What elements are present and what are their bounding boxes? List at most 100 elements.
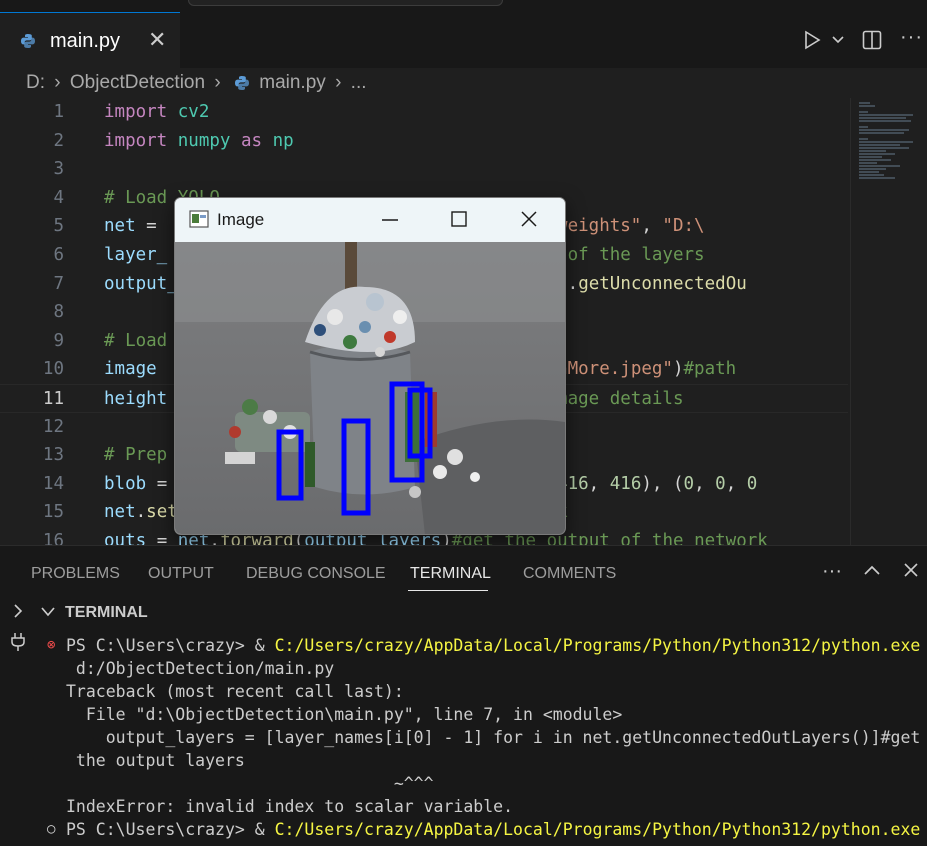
terminal-prompt: PS C:\Users\crazy> & [66, 820, 275, 839]
line-number: 4 [53, 187, 64, 208]
more-actions-icon[interactable]: ··· [900, 26, 923, 49]
minimap-line [859, 162, 877, 164]
terminal-prompt-line: PS C:\Users\crazy> & C:/Users/crazy/AppD… [66, 818, 920, 841]
code-line[interactable]: 3 [0, 155, 848, 184]
line-number: 12 [42, 416, 64, 437]
code-line[interactable]: 1 import cv2 [0, 98, 848, 127]
line-number: 2 [53, 130, 64, 151]
line-number: 9 [53, 330, 64, 351]
tab-main-py[interactable]: main.py ✕ [0, 12, 180, 68]
terminal-line: IndexError: invalid index to scalar vari… [66, 797, 514, 816]
breadcrumb-more[interactable]: ... [351, 72, 367, 94]
line-number: 16 [42, 531, 64, 545]
breadcrumb-file[interactable]: main.py [259, 72, 326, 94]
minimap-line [859, 165, 900, 167]
minimap-line [859, 159, 891, 161]
minimap-line [859, 129, 910, 131]
minimap-line [859, 138, 868, 140]
image-window[interactable]: Image [174, 197, 566, 535]
tab-comments[interactable]: COMMENTS [523, 565, 616, 583]
code-text: # Prep [104, 445, 168, 466]
minimap[interactable] [850, 98, 927, 545]
tab-problems[interactable]: PROBLEMS [31, 565, 120, 583]
minimap-line [859, 150, 886, 152]
panel-tab-bar: PROBLEMS OUTPUT DEBUG CONSOLE TERMINAL C… [0, 546, 927, 598]
terminal-prompt: PS C:\Users\crazy> & [66, 636, 275, 655]
terminal-line: the output layers [66, 751, 245, 770]
image-window-title: Image [217, 210, 265, 229]
terminal-line: output_layers = [layer_names[i[0] - 1] f… [66, 728, 921, 747]
line-number: 5 [53, 216, 64, 237]
line-number: 11 [42, 389, 64, 409]
maximize-icon[interactable] [451, 211, 467, 227]
terminal-line: Traceback (most recent call last): [66, 682, 404, 701]
breadcrumb-drive[interactable]: D: [26, 72, 45, 94]
line-number: 1 [53, 102, 64, 122]
terminal-command: C:/Users/crazy/AppData/Local/Programs/Py… [274, 820, 921, 839]
line-number: 6 [53, 245, 64, 265]
minimap-line [859, 153, 895, 155]
code-text: import numpy as np [104, 130, 294, 151]
terminal-line: d:/ObjectDetection/main.py [66, 659, 335, 678]
chevron-right-icon: › [54, 72, 61, 93]
tab-debug-console[interactable]: DEBUG CONSOLE [246, 565, 386, 583]
minimap-line [859, 174, 885, 176]
chevron-right-icon[interactable] [12, 603, 24, 619]
line-number: 13 [42, 445, 64, 466]
minimap-line [859, 144, 900, 146]
minimap-line [859, 132, 904, 134]
bottom-panel: PROBLEMS OUTPUT DEBUG CONSOLE TERMINAL C… [0, 545, 927, 846]
close-panel-icon[interactable] [904, 563, 918, 577]
window-app-icon [189, 210, 209, 228]
detection-result-image [175, 242, 565, 534]
run-icon[interactable] [802, 30, 822, 50]
image-window-titlebar[interactable]: Image [175, 198, 565, 242]
minimap-line [859, 111, 868, 113]
minimap-line [859, 126, 868, 128]
tab-label: main.py [50, 30, 121, 52]
command-center[interactable] [188, 0, 503, 6]
minimap-line [859, 177, 895, 179]
close-icon[interactable] [520, 210, 538, 228]
chevron-right-icon: › [214, 72, 221, 93]
plug-icon[interactable] [10, 632, 26, 652]
code-text: # Load [104, 330, 168, 351]
minimap-line [859, 102, 870, 104]
minimap-line [859, 114, 913, 116]
minimap-line [859, 141, 913, 143]
minimap-line [859, 171, 879, 173]
tab-close-icon[interactable]: ✕ [148, 27, 166, 53]
breadcrumb: D: › ObjectDetection › main.py › ... [26, 72, 367, 96]
minimap-line [859, 120, 912, 122]
line-number: 8 [53, 302, 64, 323]
panel-more-icon[interactable]: ··· [822, 560, 842, 583]
python-file-icon [21, 34, 35, 48]
error-decoration-icon[interactable]: ⊗ [47, 634, 55, 657]
minimize-icon[interactable] [381, 212, 399, 228]
terminal-line: File "d:\ObjectDetection\main.py", line … [66, 705, 623, 724]
minimap-line [859, 105, 876, 107]
maximize-panel-icon[interactable] [864, 564, 880, 576]
line-number: 14 [42, 473, 64, 494]
editor-tab-bar: main.py ✕ ··· [0, 12, 927, 68]
command-decoration-icon[interactable]: ○ [47, 818, 55, 841]
code-text: import cv2 [104, 102, 210, 122]
code-line[interactable]: 2 import numpy as np [0, 127, 848, 156]
tab-terminal[interactable]: TERMINAL [410, 565, 491, 583]
chevron-down-icon[interactable] [40, 606, 56, 618]
chevron-right-icon: › [335, 72, 342, 93]
line-number: 3 [53, 159, 64, 180]
line-number: 10 [42, 359, 64, 380]
minimap-line [859, 117, 906, 119]
terminal-section-header[interactable]: TERMINAL [0, 598, 927, 628]
chevron-down-icon[interactable] [832, 34, 844, 46]
breadcrumb-folder[interactable]: ObjectDetection [70, 72, 205, 94]
minimap-line [859, 156, 882, 158]
active-tab-indicator [408, 590, 488, 591]
split-editor-icon[interactable] [862, 30, 882, 50]
tab-output[interactable]: OUTPUT [148, 565, 214, 583]
terminal-line: ~^^^ [66, 774, 434, 793]
terminal-prompt-line: PS C:\Users\crazy> & C:/Users/crazy/AppD… [66, 634, 920, 657]
line-number: 15 [42, 502, 64, 523]
minimap-line [859, 147, 909, 149]
